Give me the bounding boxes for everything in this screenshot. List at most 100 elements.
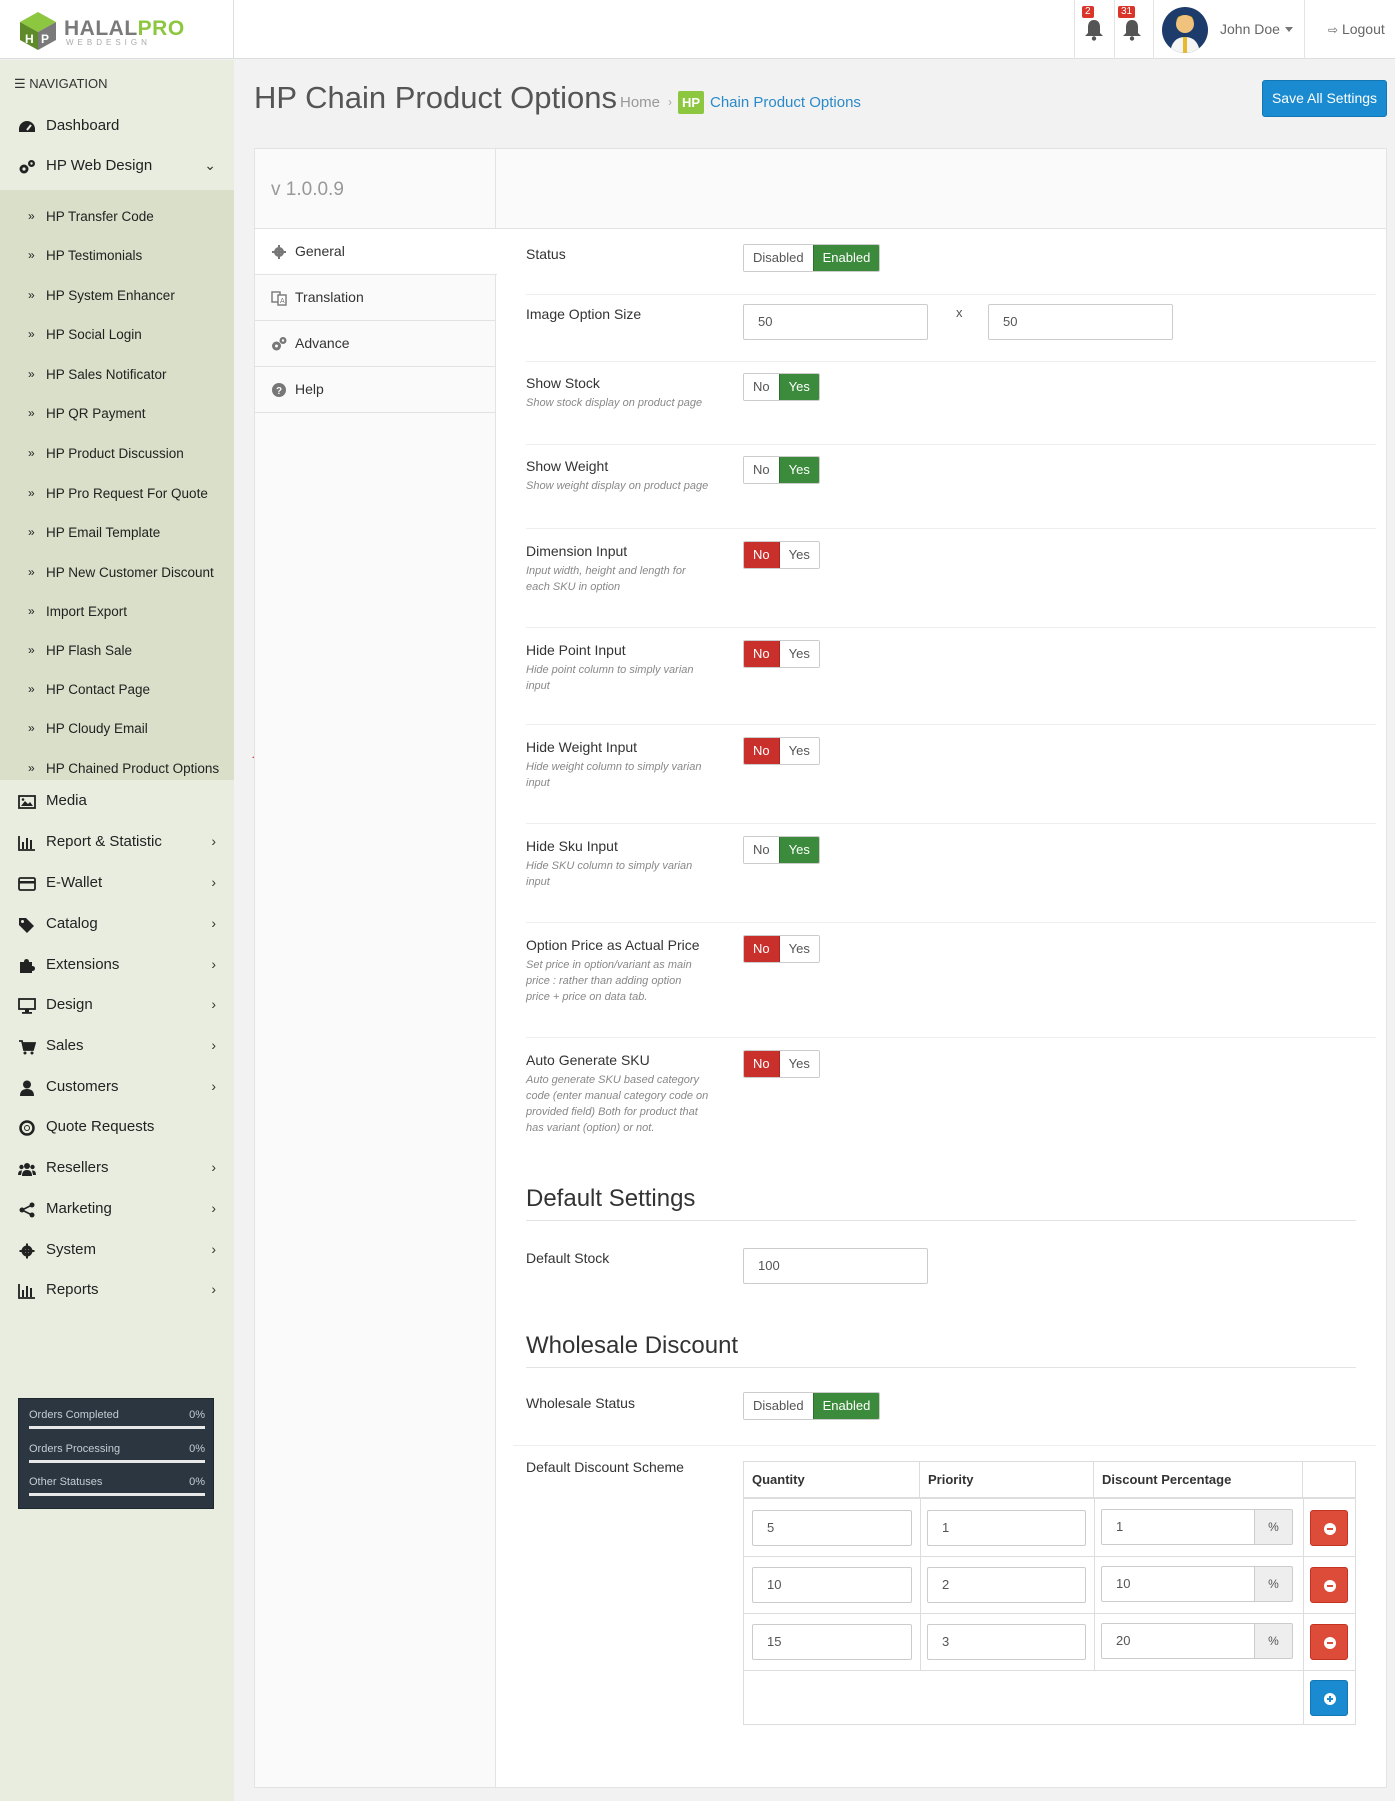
option-price-toggle[interactable]: No Yes [743,935,820,963]
dimension-input-no[interactable]: No [744,542,780,568]
stat-other-statuses: Other Statuses 0% [29,1476,205,1506]
sidebar-item-system[interactable]: System › [0,1231,234,1271]
wholesale-disabled-option[interactable]: Disabled [744,1393,813,1419]
show-weight-yes[interactable]: Yes [778,457,819,483]
sidebar-item-catalog[interactable]: Catalog › [0,905,234,945]
sidebar-item-quote-requests[interactable]: Quote Requests [0,1108,234,1148]
wholesale-status-toggle[interactable]: Disabled Enabled [743,1392,881,1420]
submenu-item[interactable]: » HP Cloudy Email [0,712,234,750]
sidebar-item-e-wallet[interactable]: E-Wallet › [0,864,234,904]
hide-weight-yes[interactable]: Yes [779,738,819,764]
submenu-item[interactable]: » HP Social Login [0,318,234,356]
default-stock-input[interactable]: 100 [743,1248,928,1284]
auto-sku-yes[interactable]: Yes [779,1051,819,1077]
tags-icon [19,918,34,933]
show-stock-toggle[interactable]: No Yes [743,373,820,401]
tab-advance[interactable]: Advance [255,321,496,367]
submenu-item[interactable]: » HP Pro Request For Quote [0,477,234,515]
tab-help[interactable]: ? Help [255,367,496,413]
notification-bell-2[interactable]: 31 [1115,0,1153,59]
hide-sku-no[interactable]: No [744,837,779,863]
priority-input[interactable]: 1 [927,1510,1086,1546]
hide-point-toggle[interactable]: No Yes [743,640,820,668]
submenu-item[interactable]: » HP Email Template [0,516,234,554]
breadcrumb-home[interactable]: Home [620,94,660,111]
sidebar-item-media[interactable]: Media [0,782,234,822]
double-chevron-icon: » [28,525,35,539]
submenu-item[interactable]: » HP Contact Page [0,673,234,711]
status-enabled-option[interactable]: Enabled [812,245,880,271]
breadcrumb-current[interactable]: Chain Product Options [710,94,861,111]
user-menu[interactable]: John Doe [1154,0,1304,59]
dimension-input-yes[interactable]: Yes [779,542,819,568]
status-toggle[interactable]: Disabled Enabled [743,244,881,272]
wholesale-enabled-option[interactable]: Enabled [812,1393,880,1419]
svg-text:P: P [41,32,49,46]
hide-point-no[interactable]: No [744,641,780,667]
priority-input[interactable]: 2 [927,1567,1086,1603]
submenu-item[interactable]: » HP New Customer Discount [0,556,234,594]
sidebar-item-design[interactable]: Design › [0,986,234,1026]
cog-icon [19,1243,35,1259]
submenu-item[interactable]: » HP Sales Notificator [0,358,234,396]
sidebar-item-customers[interactable]: Customers › [0,1068,234,1108]
submenu-item[interactable]: » Import Export [0,595,234,633]
page-title: HP Chain Product Options [254,80,618,115]
column-header-discount: Discount Percentage [1094,1462,1303,1499]
submenu-item[interactable]: » HP QR Payment [0,397,234,435]
hide-weight-no[interactable]: No [744,738,780,764]
quantity-input[interactable]: 15 [752,1624,912,1660]
remove-row-button[interactable] [1310,1510,1348,1546]
progress-bar [29,1460,205,1463]
navigation-heading[interactable]: ☰ NAVIGATION [14,76,108,92]
hide-weight-toggle[interactable]: No Yes [743,737,820,765]
add-row-button[interactable] [1310,1680,1348,1716]
notification-bell-1[interactable]: 2 [1076,0,1114,59]
option-price-yes[interactable]: Yes [779,936,819,962]
status-disabled-option[interactable]: Disabled [744,245,813,271]
save-all-settings-button[interactable]: Save All Settings [1262,80,1387,117]
discount-input[interactable]: 20 [1101,1623,1255,1659]
submenu-item[interactable]: » HP Testimonials [0,239,234,277]
sidebar-item-hp-web-design[interactable]: HP Web Design ⌄ [0,147,234,187]
submenu-item[interactable]: » HP Product Discussion [0,437,234,475]
column-header-quantity: Quantity [744,1462,920,1499]
sidebar-item-marketing[interactable]: Marketing › [0,1190,234,1230]
image-width-input[interactable]: 50 [743,304,928,340]
user-name: John Doe [1220,21,1280,37]
tab-translation[interactable]: A Translation [255,275,496,321]
auto-sku-toggle[interactable]: No Yes [743,1050,820,1078]
tab-general[interactable]: General [255,229,497,275]
option-price-no[interactable]: No [744,936,780,962]
remove-row-button[interactable] [1310,1624,1348,1660]
hide-sku-toggle[interactable]: No Yes [743,836,820,864]
hide-point-yes[interactable]: Yes [779,641,819,667]
priority-input[interactable]: 3 [927,1624,1086,1660]
sidebar-item-report-statistic[interactable]: Report & Statistic › [0,823,234,863]
dimension-input-toggle[interactable]: No Yes [743,541,820,569]
chevron-right-icon: › [211,956,216,972]
discount-input[interactable]: 1 [1101,1509,1255,1545]
discount-input[interactable]: 10 [1101,1566,1255,1602]
sidebar-item-reports[interactable]: Reports › [0,1271,234,1311]
logout-link[interactable]: ⇨ Logout [1328,21,1385,37]
sidebar-item-dashboard[interactable]: Dashboard [0,107,234,147]
show-stock-no[interactable]: No [744,374,779,400]
image-height-input[interactable]: 50 [988,304,1173,340]
quantity-input[interactable]: 10 [752,1567,912,1603]
double-chevron-icon: » [28,761,35,775]
submenu-item[interactable]: » HP Flash Sale [0,634,234,672]
submenu-item[interactable]: » HP System Enhancer [0,279,234,317]
submenu-item[interactable]: » HP Transfer Code [0,200,234,238]
sidebar-item-extensions[interactable]: Extensions › [0,946,234,986]
quantity-input[interactable]: 5 [752,1510,912,1546]
auto-sku-no[interactable]: No [744,1051,780,1077]
show-stock-yes[interactable]: Yes [778,374,819,400]
logo[interactable]: H P HALALPRO WEBDESIGN [0,0,234,59]
show-weight-toggle[interactable]: No Yes [743,456,820,484]
remove-row-button[interactable] [1310,1567,1348,1603]
show-weight-no[interactable]: No [744,457,779,483]
sidebar-item-resellers[interactable]: Resellers › [0,1149,234,1189]
sidebar-item-sales[interactable]: Sales › [0,1027,234,1067]
hide-sku-yes[interactable]: Yes [778,837,819,863]
